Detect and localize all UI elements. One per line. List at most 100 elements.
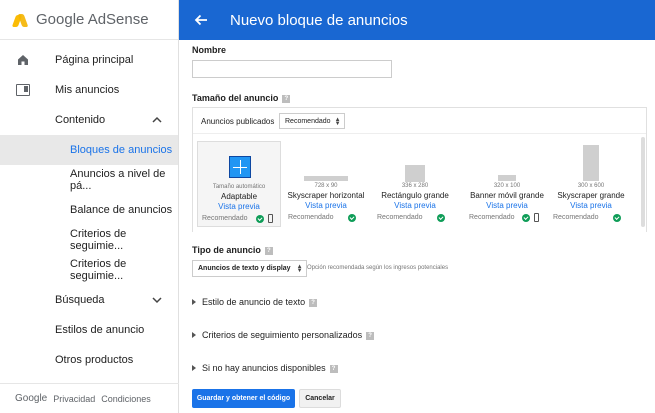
recommended-label: Recomendado (377, 214, 423, 221)
select-arrows-icon: ▲ ▼ (334, 117, 341, 127)
sidebar-item-label: Búsqueda (55, 294, 105, 306)
recommended-label: Recomendado (553, 214, 599, 221)
sidebar-item-my-ads[interactable]: Mis anuncios (0, 75, 178, 105)
sidebar-item-label: Otros productos (55, 354, 134, 366)
size-label: Tamaño del anuncio? (192, 93, 291, 103)
recommended-label: Recomendado (288, 214, 334, 221)
published-ads-label: Anuncios publicados (201, 117, 275, 126)
preview-link[interactable]: Vista previa (549, 201, 633, 210)
cards-scrollbar[interactable] (641, 137, 645, 227)
sidebar-item-custom-channels[interactable]: Criterios de seguimie... (0, 225, 178, 255)
sidebar-item-label: Bloques de anuncios (70, 144, 173, 156)
ad-size-cards: Tamaño automático Adaptable Vista previa… (193, 135, 646, 233)
preview-link[interactable]: Vista previa (373, 201, 457, 210)
sidebar-item-search[interactable]: Búsqueda (0, 285, 178, 315)
check-icon (613, 214, 621, 222)
help-icon[interactable]: ? (282, 94, 291, 103)
ad-type-label-text: Tipo de anuncio (192, 245, 261, 255)
expand-triangle-icon (192, 332, 196, 338)
sidebar-item-label: Página principal (55, 54, 134, 66)
brand[interactable]: Google AdSense (0, 0, 178, 40)
ad-size-card-leaderboard[interactable]: 728 x 90 Skyscraper horizontal Vista pre… (284, 141, 368, 227)
published-ads-select[interactable]: Recomendado ▲ ▼ (279, 113, 345, 129)
help-icon[interactable]: ? (329, 364, 338, 373)
check-icon (256, 215, 264, 223)
sidebar-item-label: Estilos de anuncio (55, 324, 145, 336)
ad-size-thumbnail (405, 165, 425, 182)
sidebar-item-url-channels[interactable]: Criterios de seguimie... (0, 255, 178, 285)
size-label-text: Tamaño del anuncio (192, 93, 279, 103)
expander-label: Criterios de seguimiento personalizados (202, 330, 363, 340)
sidebar-item-label: Criterios de seguimie... (70, 228, 127, 252)
sidebar-item-label: Mis anuncios (55, 84, 120, 96)
ad-type-select[interactable]: Anuncios de texto y display ▲ ▼ (192, 260, 307, 277)
ad-size-name: Skyscraper grande (557, 191, 625, 200)
ad-type-label: Tipo de anuncio? (192, 245, 273, 255)
sidebar-item-ad-balance[interactable]: Balance de anuncios (0, 195, 178, 225)
ads-icon (16, 84, 30, 96)
preview-link[interactable]: Vista previa (284, 201, 368, 210)
page-title: Nuevo bloque de anuncios (230, 11, 408, 29)
ad-size-dims: 320 x 100 (493, 183, 521, 189)
ad-size-card-half-page[interactable]: 300 x 600 Skyscraper grande Vista previa… (549, 141, 633, 227)
recommended-label: Recomendado (202, 215, 248, 222)
help-icon[interactable]: ? (264, 246, 273, 255)
sidebar-item-ad-units[interactable]: Bloques de anuncios (0, 135, 178, 165)
sidebar: Google AdSense Página principal Mis anun… (0, 0, 179, 413)
expander-label: Si no hay anuncios disponibles (202, 363, 326, 373)
preview-link[interactable]: Vista previa (465, 201, 549, 210)
ad-type-select-value: Anuncios de texto y display (198, 265, 291, 272)
privacy-link[interactable]: Privacidad (53, 394, 95, 404)
check-icon (348, 214, 356, 222)
sidebar-item-label: Contenido (55, 114, 106, 126)
sidebar-item-home[interactable]: Página principal (0, 45, 178, 75)
ad-size-dims: Tamaño automático (212, 184, 266, 190)
sidebar-item-label: Anuncios a nivel de pá... (70, 168, 166, 192)
recommended-label: Recomendado (469, 214, 515, 221)
ad-size-card-large-mobile-banner[interactable]: 320 x 100 Banner móvil grande Vista prev… (465, 141, 549, 227)
custom-channels-expander[interactable]: Criterios de seguimiento personalizados? (192, 330, 375, 340)
main-form: Nombre Tamaño del anuncio? Anuncios publ… (179, 40, 655, 413)
chevron-down-icon (152, 297, 162, 304)
header-bar: Nuevo bloque de anuncios (179, 0, 655, 40)
ad-size-card-large-rectangle[interactable]: 336 x 280 Rectángulo grande Vista previa… (373, 141, 457, 227)
save-and-get-code-button[interactable]: Guardar y obtener el código (192, 389, 295, 408)
sidebar-item-content[interactable]: Contenido (0, 105, 178, 135)
mobile-icon (534, 213, 539, 222)
sidebar-item-label: Criterios de seguimie... (70, 258, 127, 282)
select-arrows-icon: ▲ ▼ (296, 264, 303, 274)
check-icon (437, 214, 445, 222)
terms-link[interactable]: Condiciones (101, 394, 151, 404)
ad-size-card-responsive[interactable]: Tamaño automático Adaptable Vista previa… (197, 141, 281, 227)
backup-ads-expander[interactable]: Si no hay anuncios disponibles? (192, 363, 338, 373)
help-icon[interactable]: ? (309, 298, 318, 307)
google-footer-logo: Google (15, 393, 48, 404)
sidebar-item-ad-styles[interactable]: Estilos de anuncio (0, 315, 178, 345)
name-input[interactable] (192, 60, 392, 78)
ad-size-dims: 728 x 90 (314, 183, 338, 189)
sidebar-footer: Google Privacidad Condiciones (0, 383, 179, 413)
preview-link[interactable]: Vista previa (198, 202, 280, 211)
sidebar-nav: Página principal Mis anuncios Contenido … (0, 45, 178, 375)
expand-triangle-icon (192, 299, 196, 305)
adsense-logo-icon (11, 13, 30, 27)
back-arrow-icon[interactable] (194, 13, 208, 27)
sidebar-item-label: Balance de anuncios (70, 204, 173, 216)
ad-size-dims: 336 x 280 (401, 183, 429, 189)
ad-type-hint: Opción recomendada según los ingresos po… (307, 265, 449, 271)
responsive-thumbnail-icon (229, 156, 251, 178)
ad-size-thumbnail (498, 175, 516, 181)
mobile-icon (268, 214, 273, 223)
published-ads-select-value: Recomendado (285, 117, 331, 125)
brand-name: Google AdSense (36, 11, 149, 28)
cancel-button[interactable]: Cancelar (299, 389, 341, 408)
expander-label: Estilo de anuncio de texto (202, 297, 306, 307)
help-icon[interactable]: ? (366, 331, 375, 340)
home-icon (18, 55, 28, 65)
chevron-up-icon (152, 116, 162, 123)
ad-size-name: Skyscraper horizontal (287, 191, 365, 200)
text-ad-style-expander[interactable]: Estilo de anuncio de texto? (192, 297, 318, 307)
sidebar-item-other-products[interactable]: Otros productos (0, 345, 178, 375)
ad-size-name: Adaptable (220, 192, 258, 201)
sidebar-item-page-level-ads[interactable]: Anuncios a nivel de pá... (0, 165, 178, 195)
